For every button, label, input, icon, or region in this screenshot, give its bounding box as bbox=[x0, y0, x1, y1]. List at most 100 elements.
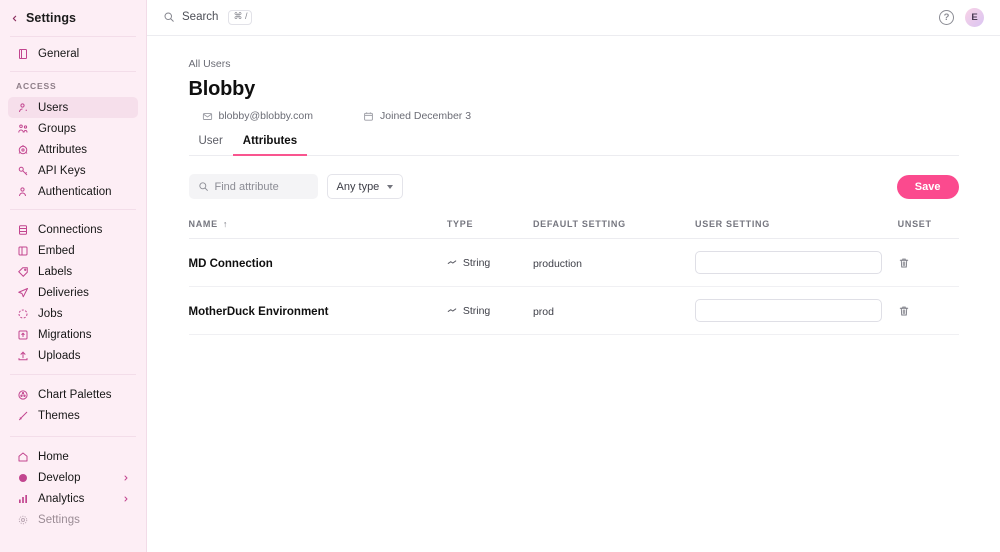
user-check-icon bbox=[16, 185, 29, 198]
column-header-name-label: NAME bbox=[188, 219, 218, 229]
cell-type: String bbox=[446, 286, 533, 335]
page-title: Blobby bbox=[188, 78, 256, 100]
avatar[interactable]: E bbox=[965, 8, 984, 27]
chevron-right-icon bbox=[122, 474, 130, 482]
column-header-user-setting[interactable]: USER SETTING bbox=[695, 219, 898, 239]
chart-icon bbox=[16, 492, 29, 505]
sidebar-item-embed[interactable]: Embed bbox=[8, 240, 138, 261]
sidebar-item-api-keys[interactable]: API Keys bbox=[8, 160, 138, 181]
column-header-type[interactable]: TYPE bbox=[446, 219, 533, 239]
search-icon bbox=[163, 11, 175, 23]
trash-icon[interactable] bbox=[898, 257, 959, 269]
user-joined: Joined December 3 bbox=[363, 110, 471, 122]
sidebar-item-label: Deliveries bbox=[38, 286, 89, 299]
sidebar-item-deliveries[interactable]: Deliveries bbox=[8, 282, 138, 303]
sidebar-item-connections[interactable]: Connections bbox=[8, 219, 138, 240]
sidebar-header[interactable]: Settings bbox=[0, 0, 146, 36]
atom-icon bbox=[16, 143, 29, 156]
attribute-name: MotherDuck Environment bbox=[188, 305, 329, 318]
cell-name: MD Connection bbox=[188, 238, 447, 287]
sort-asc-icon: ↑ bbox=[222, 219, 229, 229]
circle-dashed-icon bbox=[16, 307, 29, 320]
column-header-unset[interactable]: UNSET bbox=[897, 219, 959, 239]
sidebar-bottom-nav: Home Develop Analytics Settings bbox=[0, 436, 146, 552]
tag-icon bbox=[16, 265, 29, 278]
sidebar-item-settings[interactable]: Settings bbox=[8, 509, 138, 530]
trash-icon[interactable] bbox=[898, 305, 959, 317]
sidebar-item-labels[interactable]: Labels bbox=[8, 261, 138, 282]
column-header-name[interactable]: NAME ↑ bbox=[188, 219, 447, 239]
table-body: MD Connection String production MotherDu… bbox=[188, 238, 959, 335]
user-setting-input[interactable] bbox=[695, 299, 883, 322]
breadcrumb[interactable]: All Users bbox=[189, 58, 959, 70]
sidebar: Settings General ACCESS Users Groups Att… bbox=[0, 0, 147, 552]
back-chevron-icon[interactable] bbox=[10, 14, 19, 23]
user-setting-input[interactable] bbox=[695, 251, 883, 274]
sidebar-item-authentication[interactable]: Authentication bbox=[8, 181, 138, 202]
send-icon bbox=[16, 286, 29, 299]
sidebar-item-label: Migrations bbox=[38, 328, 92, 341]
cell-unset bbox=[897, 238, 959, 287]
tab-bar: User Attributes bbox=[188, 135, 959, 156]
attribute-default: production bbox=[532, 257, 582, 270]
book-icon bbox=[16, 47, 29, 60]
top-bar: Search ⌘ / ? E bbox=[147, 0, 1000, 36]
sidebar-item-jobs[interactable]: Jobs bbox=[8, 303, 138, 324]
cell-name: MotherDuck Environment bbox=[188, 286, 447, 335]
app-root: Settings General ACCESS Users Groups Att… bbox=[0, 0, 1000, 552]
chevron-down-icon bbox=[387, 184, 394, 189]
upload-icon bbox=[16, 349, 29, 362]
user-meta-row: blobby@blobby.com Joined December 3 bbox=[189, 110, 959, 122]
sidebar-divider-1 bbox=[10, 71, 136, 72]
mail-icon bbox=[202, 111, 213, 122]
table-row: MotherDuck Environment String prod bbox=[188, 286, 959, 335]
search-icon bbox=[198, 181, 209, 192]
sidebar-item-label: Authentication bbox=[38, 185, 112, 198]
sidebar-item-analytics[interactable]: Analytics bbox=[8, 488, 138, 509]
key-icon bbox=[16, 164, 29, 177]
sidebar-item-label: Embed bbox=[38, 244, 75, 257]
sidebar-item-groups[interactable]: Groups bbox=[8, 118, 138, 139]
attributes-table: NAME ↑ TYPE DEFAULT SETTING USER SETTING … bbox=[188, 219, 959, 335]
brush-icon bbox=[16, 409, 29, 422]
sidebar-item-label: Analytics bbox=[38, 492, 85, 505]
tab-attributes[interactable]: Attributes bbox=[232, 135, 308, 156]
home-icon bbox=[16, 450, 29, 463]
embed-icon bbox=[16, 244, 29, 257]
sidebar-item-chart-palettes[interactable]: Chart Palettes bbox=[8, 384, 138, 405]
sidebar-item-uploads[interactable]: Uploads bbox=[8, 345, 138, 366]
table-row: MD Connection String production bbox=[188, 238, 959, 287]
cell-user-setting bbox=[695, 286, 898, 335]
string-type-icon bbox=[447, 306, 457, 316]
tab-user[interactable]: User bbox=[189, 135, 233, 156]
top-bar-right: ? E bbox=[939, 8, 984, 27]
help-icon[interactable]: ? bbox=[939, 10, 954, 25]
attribute-type: String bbox=[462, 256, 491, 269]
gear-icon bbox=[16, 513, 29, 526]
sidebar-item-label: Labels bbox=[38, 265, 73, 278]
global-search[interactable]: Search ⌘ / bbox=[163, 10, 253, 25]
column-header-default-setting[interactable]: DEFAULT SETTING bbox=[532, 219, 696, 239]
find-attribute-input[interactable]: Find attribute bbox=[188, 174, 318, 199]
sidebar-item-home[interactable]: Home bbox=[8, 446, 138, 467]
attribute-default: prod bbox=[532, 305, 554, 318]
user-icon bbox=[16, 101, 29, 114]
sidebar-item-develop[interactable]: Develop bbox=[8, 467, 138, 488]
sidebar-item-themes[interactable]: Themes bbox=[8, 405, 138, 426]
sidebar-item-users[interactable]: Users bbox=[8, 97, 138, 118]
search-label: Search bbox=[182, 11, 219, 24]
sidebar-item-general[interactable]: General bbox=[8, 43, 138, 64]
sidebar-item-label: Attributes bbox=[38, 143, 88, 156]
save-button[interactable]: Save bbox=[896, 174, 959, 199]
sidebar-item-label: Develop bbox=[38, 471, 81, 484]
sidebar-section-access: ACCESS bbox=[16, 81, 57, 91]
sidebar-nav: General ACCESS Users Groups Attributes A… bbox=[0, 37, 146, 436]
sidebar-item-label: Home bbox=[38, 450, 69, 463]
cell-type: String bbox=[446, 238, 533, 287]
sidebar-item-label: Chart Palettes bbox=[38, 388, 112, 401]
sidebar-item-attributes[interactable]: Attributes bbox=[8, 139, 138, 160]
type-filter-dropdown[interactable]: Any type bbox=[326, 174, 404, 199]
users-icon bbox=[16, 122, 29, 135]
attributes-toolbar: Find attribute Any type Save bbox=[188, 174, 959, 199]
sidebar-item-migrations[interactable]: Migrations bbox=[8, 324, 138, 345]
